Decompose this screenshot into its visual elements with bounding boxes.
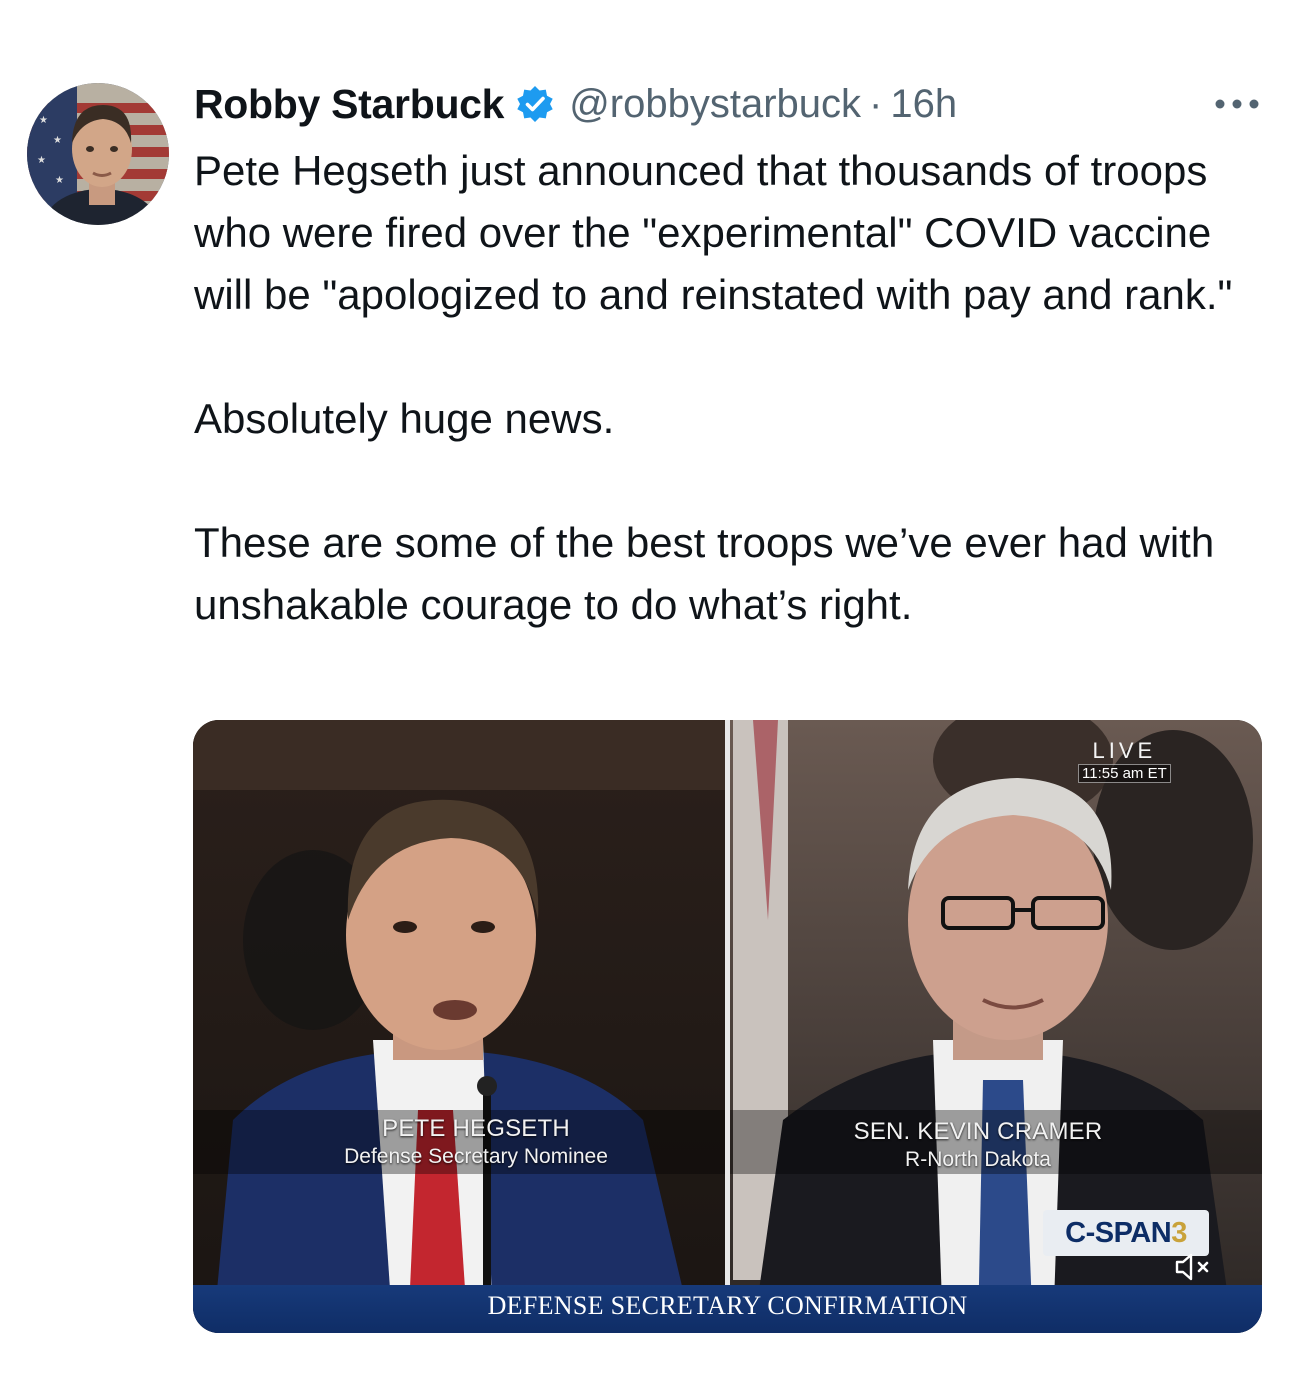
speaker-title: R-North Dakota <box>905 1148 1051 1171</box>
muted-speaker-icon[interactable] <box>1173 1252 1215 1282</box>
lower-third-left: PETE HEGSETH Defense Secretary Nominee <box>293 1115 659 1169</box>
banner-text: DEFENSE SECRETARY CONFIRMATION <box>487 1291 968 1320</box>
network-name: C-SPAN <box>1065 1216 1172 1249</box>
video-player[interactable]: PETE HEGSETH Defense Secretary Nominee S… <box>193 720 1262 1333</box>
author-avatar[interactable]: ★ ★ ★ ★ <box>27 83 169 225</box>
speaker-name: PETE HEGSETH <box>382 1115 570 1142</box>
network-logo: C-SPAN 3 <box>1043 1210 1209 1256</box>
tweet-text: Pete Hegseth just announced that thousan… <box>194 140 1274 636</box>
speaker-title: Defense Secretary Nominee <box>344 1145 608 1168</box>
tweet-paragraph: These are some of the best troops we’ve … <box>194 519 1215 628</box>
author-handle[interactable]: @robbystarbuck <box>569 82 861 127</box>
author-name[interactable]: Robby Starbuck <box>194 81 504 128</box>
live-label: LIVE <box>1092 738 1157 763</box>
tweet-paragraph: Absolutely huge news. <box>194 395 615 442</box>
live-time: 11:55 am ET <box>1078 764 1171 783</box>
svg-text:★: ★ <box>39 115 48 126</box>
live-indicator: LIVE 11:55 am ET <box>1078 738 1171 783</box>
tweet-timestamp[interactable]: 16h <box>890 82 957 127</box>
lower-third-right: SEN. KEVIN CRAMER R-North Dakota <box>813 1118 1143 1172</box>
more-icon[interactable] <box>1212 92 1262 116</box>
tweet-paragraph: Pete Hegseth just announced that thousan… <box>194 147 1233 318</box>
verified-badge-icon <box>515 84 555 124</box>
speaker-name: SEN. KEVIN CRAMER <box>853 1118 1103 1145</box>
tweet-header: Robby Starbuck @robbystarbuck · 16h <box>194 76 957 132</box>
separator-dot: · <box>869 81 883 126</box>
svg-text:★: ★ <box>37 155 46 166</box>
svg-text:★: ★ <box>55 175 64 186</box>
network-number: 3 <box>1171 1216 1187 1249</box>
svg-text:★: ★ <box>53 135 62 146</box>
